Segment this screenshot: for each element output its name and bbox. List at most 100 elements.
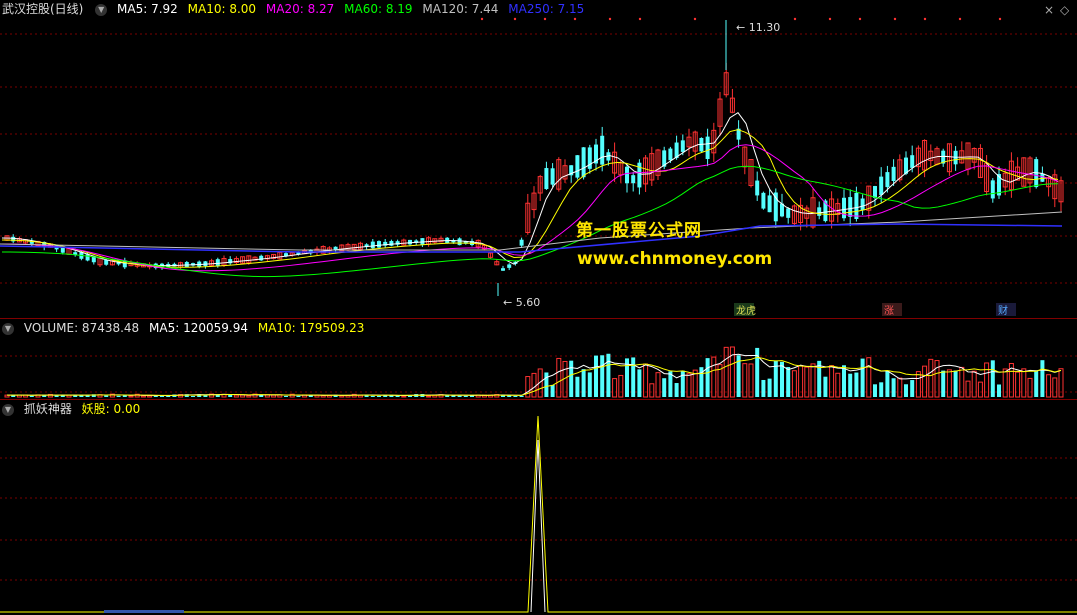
volume-bar bbox=[612, 378, 618, 398]
candle-body bbox=[842, 197, 846, 219]
candle-body bbox=[786, 208, 791, 218]
volume-bar bbox=[569, 360, 574, 397]
volume-bar bbox=[649, 383, 655, 398]
scroll-indicator bbox=[104, 610, 184, 613]
price-pane[interactable]: 武汉控股(日线) ▼ MA5: 7.92 MA10: 8.00 MA20: 8.… bbox=[0, 0, 1077, 318]
volume-bar bbox=[965, 380, 971, 398]
volume-bar bbox=[600, 355, 605, 397]
top-marker bbox=[958, 17, 962, 21]
top-marker bbox=[513, 17, 517, 21]
candle-body bbox=[767, 195, 772, 213]
volume-chart[interactable] bbox=[0, 319, 1077, 399]
candle-body bbox=[457, 238, 462, 246]
volume-bar bbox=[1002, 368, 1008, 398]
top-marker bbox=[998, 17, 1002, 21]
volume-bar bbox=[946, 369, 952, 398]
candle-body bbox=[85, 254, 90, 261]
top-marker bbox=[573, 17, 577, 21]
candle-body bbox=[501, 268, 505, 271]
watermark-url: www.chnmoney.com bbox=[577, 249, 773, 269]
volume-bar bbox=[296, 395, 301, 397]
volume-bar bbox=[556, 357, 562, 398]
volume-bar bbox=[339, 395, 345, 398]
vol-ma10-line bbox=[6, 356, 1062, 396]
candle-body bbox=[873, 186, 877, 198]
volume-bar bbox=[866, 357, 872, 398]
candle-body bbox=[104, 259, 109, 265]
volume-bar bbox=[891, 378, 896, 397]
volume-bar bbox=[1015, 371, 1021, 398]
volume-bar bbox=[463, 395, 468, 397]
candle-body bbox=[377, 241, 381, 248]
volume-bar bbox=[786, 367, 791, 397]
volume-bar bbox=[240, 394, 246, 398]
top-marker bbox=[480, 17, 484, 21]
volume-bar bbox=[618, 374, 624, 398]
top-marker bbox=[828, 17, 832, 21]
volume-bar bbox=[581, 369, 586, 397]
volume-bar bbox=[631, 357, 636, 397]
price-chart[interactable]: ← 11.30 ← 5.60 龙虎 涨 财 bbox=[0, 0, 1077, 318]
volume-bar bbox=[246, 395, 252, 398]
volume-bar bbox=[674, 383, 679, 397]
volume-bar bbox=[848, 373, 853, 397]
top-marker bbox=[638, 17, 642, 21]
volume-bar bbox=[531, 372, 537, 398]
candle-body bbox=[581, 147, 586, 178]
volume-bar bbox=[823, 376, 828, 397]
volume-bar bbox=[977, 381, 983, 398]
volume-bar bbox=[791, 370, 797, 398]
volume-bar bbox=[910, 380, 915, 397]
volume-bar bbox=[804, 366, 810, 398]
volume-bar bbox=[104, 395, 109, 397]
ma250-line bbox=[0, 223, 1063, 253]
volume-bar bbox=[271, 394, 277, 398]
volume-bar bbox=[426, 395, 432, 398]
volume-bar bbox=[519, 395, 524, 397]
volume-bar bbox=[1034, 370, 1039, 397]
candle-body bbox=[773, 192, 778, 222]
volume-bar bbox=[842, 365, 846, 397]
volume-bar bbox=[662, 378, 667, 397]
volume-bar bbox=[606, 353, 611, 397]
volume-bar bbox=[971, 370, 977, 398]
watermark-title: 第一股票公式网 bbox=[576, 221, 702, 241]
candle-body bbox=[817, 207, 822, 216]
volume-bar bbox=[457, 395, 462, 397]
volume-bar bbox=[637, 369, 642, 397]
volume-bar bbox=[153, 395, 158, 397]
indicator-line-inner bbox=[530, 439, 546, 613]
volume-bar bbox=[54, 395, 59, 397]
volume-bar bbox=[116, 395, 121, 397]
volume-bar bbox=[1046, 374, 1052, 398]
volume-bar bbox=[928, 358, 934, 398]
indicator-pane[interactable]: ▼ 抓妖神器 妖股: 0.00 bbox=[0, 400, 1077, 615]
volume-pane[interactable]: ▼ VOLUME: 87438.48 MA5: 120059.94 MA10: … bbox=[0, 319, 1077, 399]
candle-body bbox=[761, 192, 766, 209]
volume-bar bbox=[915, 371, 921, 398]
volume-bar bbox=[1052, 377, 1058, 398]
volume-bar bbox=[1040, 360, 1045, 397]
volume-bar bbox=[686, 373, 692, 398]
candle-body bbox=[755, 180, 760, 196]
volume-bar bbox=[873, 384, 877, 397]
ma120-line bbox=[0, 211, 1063, 251]
volume-bar bbox=[953, 370, 958, 397]
volume-bar bbox=[885, 371, 890, 397]
candle-body bbox=[215, 259, 220, 266]
candle-body bbox=[680, 140, 685, 152]
indicator-chart[interactable] bbox=[0, 400, 1077, 615]
candle-body bbox=[575, 155, 580, 178]
volume-bar bbox=[140, 395, 146, 398]
volume-bar bbox=[860, 358, 865, 397]
candle-body bbox=[370, 241, 375, 249]
volume-bar bbox=[854, 372, 859, 397]
candle-body bbox=[854, 192, 859, 219]
candle-body bbox=[519, 239, 524, 246]
volume-bar bbox=[997, 384, 1001, 397]
top-marker bbox=[893, 17, 897, 21]
candle-body bbox=[879, 176, 884, 195]
top-marker bbox=[793, 17, 797, 21]
vol-ma5-line bbox=[6, 353, 1062, 397]
ma5-line bbox=[1, 111, 1059, 267]
